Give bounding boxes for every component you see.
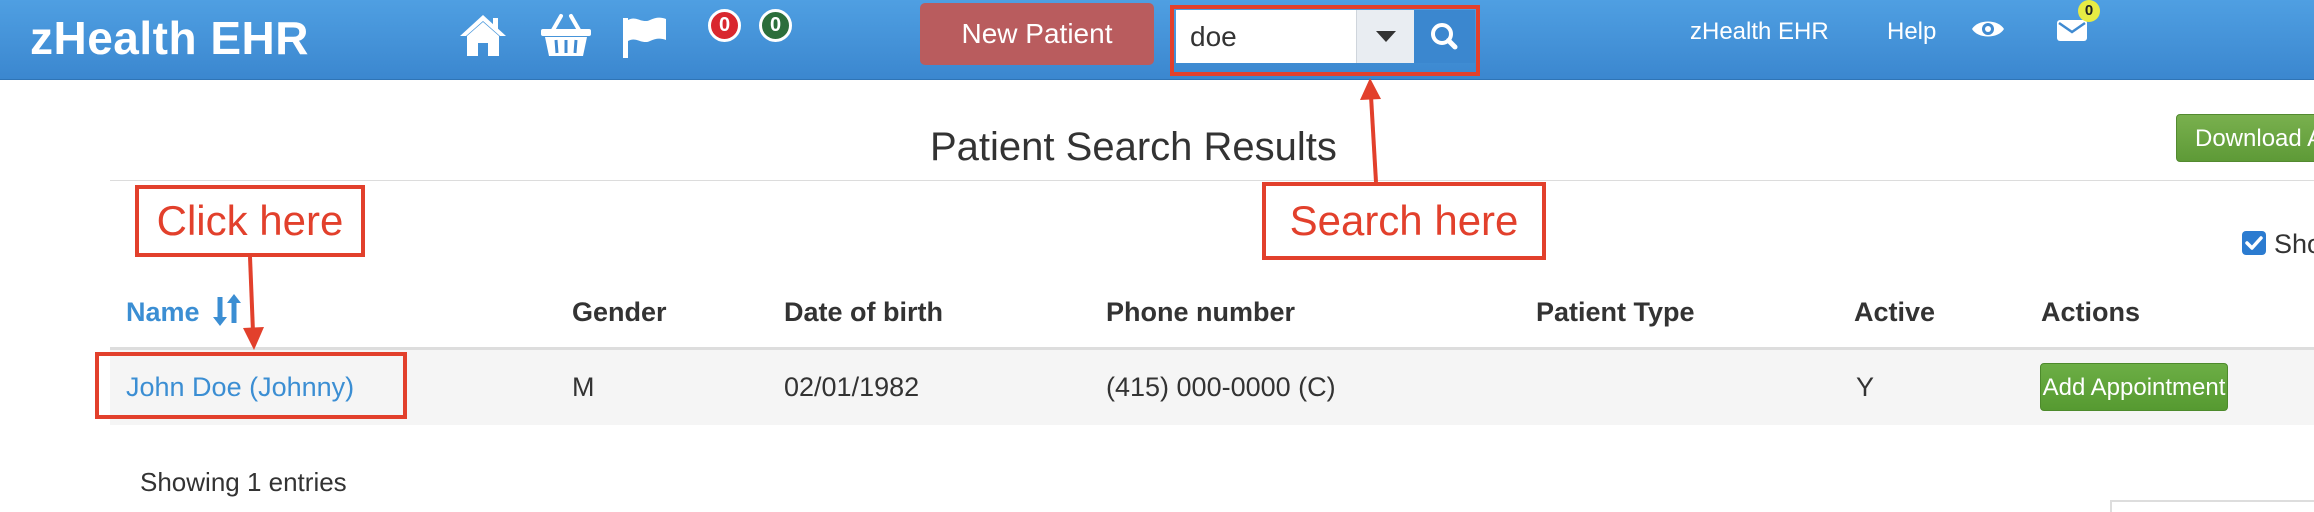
arrow-to-name xyxy=(243,256,264,350)
annotation-arrows xyxy=(243,78,1381,350)
arrow-to-search xyxy=(1360,78,1381,183)
